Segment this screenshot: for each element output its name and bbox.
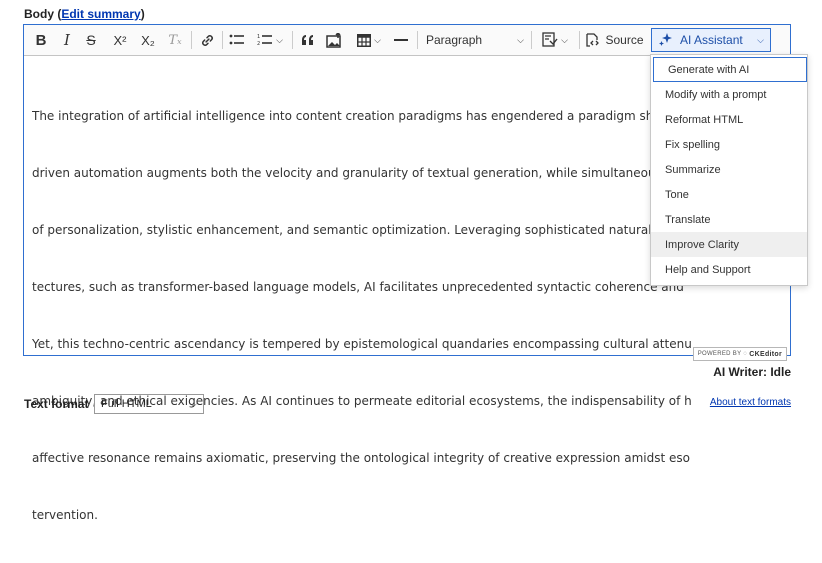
template-icon [542,32,558,47]
subscript-button[interactable]: X₂ [136,29,160,51]
content-line: The integration of artificial intelligen… [32,109,683,123]
image-upload-icon [326,32,341,48]
link-icon [201,34,213,46]
about-text-formats-link[interactable]: About text formats [710,397,791,408]
svg-text:1: 1 [257,34,260,40]
content-line: tervention. [32,508,98,522]
svg-text:2: 2 [257,41,260,47]
chevron-down-icon: ⌵ [561,34,568,45]
superscript-button[interactable]: X² [108,29,132,51]
superscript-icon: X² [113,32,127,48]
table-icon [357,33,372,47]
bulleted-list-icon [229,34,244,45]
menu-item-fix-spelling[interactable]: Fix spelling [651,132,807,157]
ckeditor-logo-icon: ◌ [743,351,748,357]
blockquote-icon [302,35,313,45]
bold-icon: B [35,31,47,49]
menu-item-tone[interactable]: Tone [651,182,807,207]
remove-format-icon: Tₓ [168,32,182,48]
menu-item-summarize[interactable]: Summarize [651,157,807,182]
sparkle-icon [659,33,672,46]
bulleted-list-button[interactable] [226,29,248,51]
insert-image-button[interactable] [323,29,345,51]
blockquote-button[interactable] [297,29,319,51]
bold-button[interactable]: B [30,29,52,51]
strikethrough-icon: S [86,32,96,48]
edit-summary-link[interactable]: Edit summary [61,7,140,21]
powered-by-ckeditor-badge[interactable]: POWERED BY ◌ CKEditor [692,347,787,361]
toolbar-divider [579,31,580,49]
insert-table-button[interactable]: ⌵ [354,29,384,51]
chevron-down-icon: ⌵ [190,398,197,409]
toolbar-divider [292,31,293,49]
remove-format-button[interactable]: Tₓ [164,29,186,51]
ai-assistant-menu: Generate with AI Modify with a prompt Re… [650,54,808,286]
numbered-list-button[interactable]: 12 ⌵ [253,29,287,51]
italic-icon: I [64,31,70,49]
templates-button[interactable]: ⌵ [536,29,574,51]
heading-dropdown[interactable]: Paragraph ⌵ [422,29,528,51]
menu-item-help-and-support[interactable]: Help and Support [651,257,807,282]
menu-item-modify-with-prompt[interactable]: Modify with a prompt [651,82,807,107]
menu-item-reformat-html[interactable]: Reformat HTML [651,107,807,132]
ai-assistant-button[interactable]: AI Assistant ⌵ [651,28,771,52]
content-line: of personalization, stylistic enhancemen… [32,223,689,237]
content-line: tectures, such as transformer-based lang… [32,280,688,294]
body-field-label: Body (Edit summary) [24,7,145,21]
link-button[interactable] [196,29,218,51]
content-line: driven automation augments both the velo… [32,166,689,180]
menu-item-generate-with-ai[interactable]: Generate with AI [653,57,807,82]
chevron-down-icon: ⌵ [517,34,524,45]
editor-toolbar: B I S X² X₂ Tₓ 12 ⌵ ⌵ Paragraph ⌵ ⌵ Sour… [24,25,790,56]
italic-button[interactable]: I [56,29,78,51]
numbered-list-icon: 12 [257,34,273,47]
horizontal-line-icon [394,39,408,41]
strikethrough-button[interactable]: S [80,29,102,51]
source-icon [586,33,600,47]
source-button[interactable]: Source [584,29,644,51]
content-line: affective resonance remains axiomatic, p… [32,451,690,465]
toolbar-divider [191,31,192,49]
menu-item-improve-clarity[interactable]: Improve Clarity [651,232,807,257]
text-format-select[interactable]: Full HTML ⌵ [94,394,204,414]
ai-writer-status: AI Writer: Idle [713,365,791,379]
toolbar-divider [417,31,418,49]
horizontal-line-button[interactable] [391,29,411,51]
subscript-icon: X₂ [141,32,155,48]
toolbar-divider [222,31,223,49]
menu-item-translate[interactable]: Translate [651,207,807,232]
toolbar-divider [531,31,532,49]
editor-content[interactable]: The integration of artificial intelligen… [32,69,692,563]
chevron-down-icon: ⌵ [276,34,283,45]
chevron-down-icon: ⌵ [374,34,381,45]
text-format-label: Text format [24,397,89,411]
content-line: Yet, this techno-centric ascendancy is t… [32,337,692,351]
chevron-down-icon: ⌵ [757,34,764,45]
